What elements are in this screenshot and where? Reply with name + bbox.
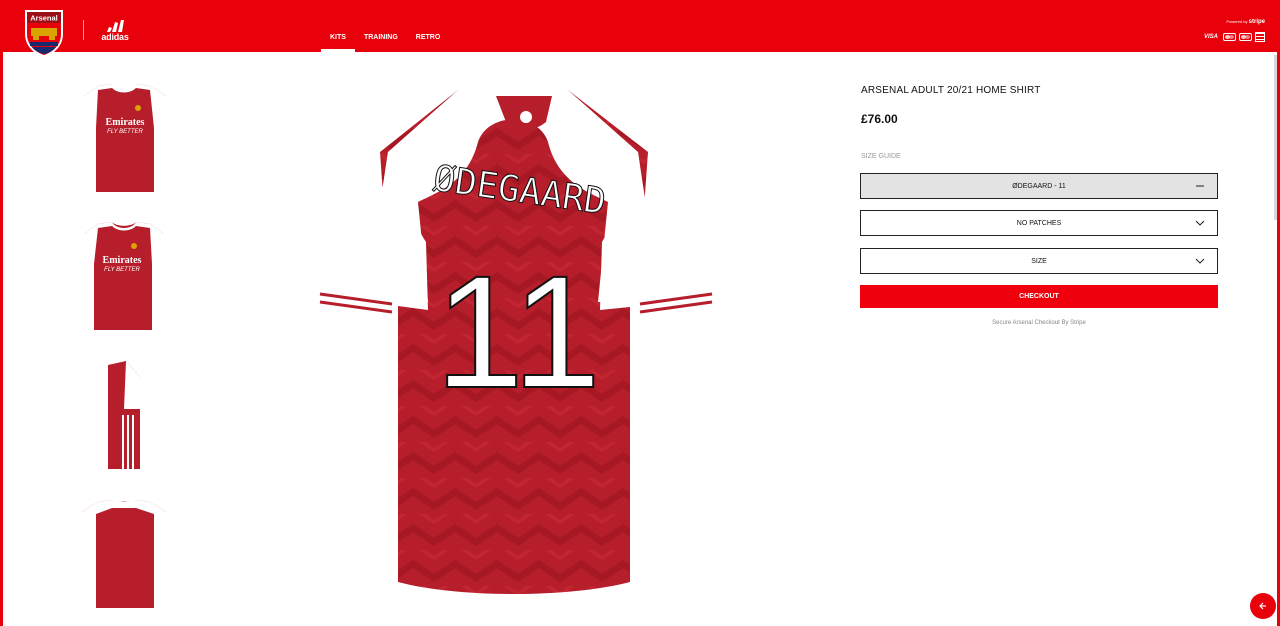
arsenal-crest-logo[interactable]: Arsenal [22,8,66,58]
thumbnail-front-angle[interactable]: Emirates FLY BETTER [78,218,170,336]
print-select-value: ØDEGAARD - 11 [1012,182,1066,190]
svg-text:FLY BETTER: FLY BETTER [107,129,143,135]
payment-methods: VISA [1204,32,1265,42]
card-icon [1255,32,1265,42]
adidas-stripes-icon [107,20,124,32]
back-button[interactable] [1250,593,1276,619]
size-select-value: SIZE [1031,257,1047,265]
patches-select-value: NO PATCHES [1016,219,1062,227]
patches-select[interactable]: NO PATCHES [860,210,1218,236]
svg-text:Emirates: Emirates [103,255,142,266]
main-product-image: ØDEGAARD 11 [319,90,713,594]
product-title: ARSENAL ADULT 20/21 HOME SHIRT [861,85,1041,96]
adidas-logo[interactable]: adidas [98,20,132,42]
page-frame: Arsenal adidas KITS TRAINING RETRO Power… [0,0,1280,626]
thumbnail-front[interactable]: Emirates FLY BETTER [78,80,170,198]
maestro-icon [1239,33,1252,41]
nav-kits[interactable]: KITS [321,0,355,52]
secure-checkout-note: Secure Arsenal Checkout By Stripe [992,320,1086,326]
adidas-wordmark: adidas [101,32,129,42]
powered-by-label: Powered by [1226,19,1248,24]
nav-training[interactable]: TRAINING [355,0,407,52]
chevron-down-icon [1195,258,1205,264]
svg-text:Emirates: Emirates [106,117,145,128]
stripe-wordmark: stripe [1248,19,1265,25]
shirt-player-number: 11 [435,242,601,421]
main-nav: KITS TRAINING RETRO [321,0,449,52]
print-select[interactable]: ØDEGAARD - 11 [860,173,1218,199]
svg-text:FLY BETTER: FLY BETTER [104,267,140,273]
nav-retro[interactable]: RETRO [407,0,450,52]
scrollbar[interactable] [1274,55,1277,220]
product-price: £76.00 [861,112,898,126]
thumbnail-side[interactable] [78,357,170,475]
minus-icon [1196,185,1204,187]
visa-icon: VISA [1203,34,1218,40]
powered-by-stripe: Powered by stripe [1226,19,1265,25]
top-bar: Arsenal adidas KITS TRAINING RETRO Power… [3,0,1277,57]
thumbnail-back[interactable] [78,496,170,614]
size-guide-link[interactable]: SIZE GUIDE [861,153,901,160]
mastercard-icon [1223,33,1236,41]
brand-divider [83,20,84,40]
svg-text:Arsenal: Arsenal [30,14,58,23]
chevron-down-icon [1195,220,1205,226]
checkout-button[interactable]: CHECKOUT [860,285,1218,308]
size-select[interactable]: SIZE [860,248,1218,274]
arrow-left-icon [1259,602,1266,610]
